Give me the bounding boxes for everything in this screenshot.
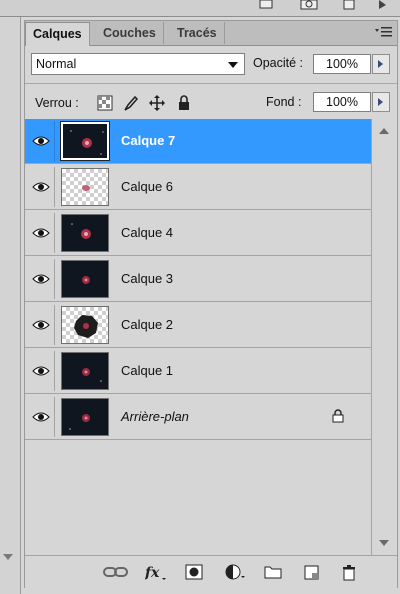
layer-row[interactable]: Calque 3 [25,257,371,302]
scroll-down-icon[interactable] [379,540,389,546]
opacity-label: Opacité : [253,56,304,70]
layer-name[interactable]: Calque 2 [121,317,173,332]
layer-name[interactable]: Calque 6 [121,179,173,194]
fx-icon[interactable]: fx [144,564,167,585]
layer-row[interactable]: Calque 6 [25,165,371,210]
layers-panel: Calques Couches Tracés Normal Opacité : … [24,20,398,588]
layer-thumbnail [61,398,109,436]
adjustment-layer-icon[interactable] [225,564,247,583]
fill-input[interactable]: 100% [313,92,371,112]
upper-panel-strip [0,0,400,17]
left-scrollbar[interactable] [0,17,21,594]
visibility-toggle[interactable] [27,305,55,345]
blend-mode-value: Normal [36,57,77,71]
eye-icon [32,228,50,238]
layers-scrollbar[interactable] [371,119,395,555]
visibility-toggle[interactable] [27,213,55,253]
layer-name[interactable]: Calque 1 [121,363,173,378]
scroll-down-icon[interactable] [3,554,13,560]
layer-lock-icon [331,409,345,426]
lock-all-icon[interactable] [176,95,192,111]
layer-row[interactable]: Arrière-plan [25,395,371,440]
layer-thumbnail [61,306,109,344]
trash-top-icon[interactable] [342,0,358,10]
arrow-right-icon[interactable] [376,0,392,10]
layer-thumbnail [61,214,109,252]
layer-thumbnail [61,260,109,298]
visibility-toggle[interactable] [27,259,55,299]
layer-name[interactable]: Calque 7 [121,133,175,148]
scroll-up-icon[interactable] [379,128,389,134]
layers-list: Calque 7 Calque 6 Calque 4 Calque 3 Calq… [25,119,371,555]
opacity-input[interactable]: 100% [313,54,371,74]
layer-mask-icon[interactable] [185,564,203,583]
chevron-down-icon [228,62,238,68]
eye-icon [32,366,50,376]
lock-label: Verrou : [35,96,79,110]
eye-icon [32,136,50,146]
opacity-slider-button[interactable] [372,54,390,74]
layer-row[interactable]: Calque 7 [25,119,371,164]
layer-thumbnail [61,352,109,390]
eye-icon [32,320,50,330]
visibility-toggle[interactable] [27,351,55,391]
layer-name[interactable]: Arrière-plan [121,409,189,424]
visibility-toggle[interactable] [27,167,55,207]
new-group-icon[interactable] [264,564,282,583]
visibility-toggle[interactable] [27,397,55,437]
layer-thumbnail [60,121,110,161]
layers-bottom-toolbar: fx [25,555,397,588]
eye-icon [32,412,50,422]
link-layers-icon[interactable] [103,564,129,583]
panel-button-icon[interactable] [258,0,274,10]
lock-position-icon[interactable] [149,95,165,111]
layer-row[interactable]: Calque 4 [25,211,371,256]
layer-name[interactable]: Calque 4 [121,225,173,240]
trash-icon[interactable] [342,564,356,584]
layer-row[interactable]: Calque 2 [25,303,371,348]
blend-mode-select[interactable]: Normal [31,53,245,75]
divider [25,83,397,84]
layer-name[interactable]: Calque 3 [121,271,173,286]
tab-traces[interactable]: Tracés [170,22,225,44]
fill-label: Fond : [266,95,302,109]
eye-icon [32,182,50,192]
layer-row[interactable]: Calque 1 [25,349,371,394]
new-layer-icon[interactable] [304,564,320,583]
blend-row: Normal Opacité : 100% [25,51,397,77]
svg-text:fx: fx [145,565,160,581]
eye-icon [32,274,50,284]
camera-icon[interactable] [300,0,318,10]
lock-image-icon[interactable] [123,95,139,111]
layer-thumbnail [61,168,109,206]
lock-transparency-icon[interactable] [97,95,113,111]
visibility-toggle[interactable] [27,121,55,161]
tab-calques[interactable]: Calques [25,22,90,46]
fill-slider-button[interactable] [372,92,390,112]
tab-couches[interactable]: Couches [96,22,164,44]
panel-menu-icon[interactable] [375,26,393,38]
panel-tabs: Calques Couches Tracés [25,21,397,46]
